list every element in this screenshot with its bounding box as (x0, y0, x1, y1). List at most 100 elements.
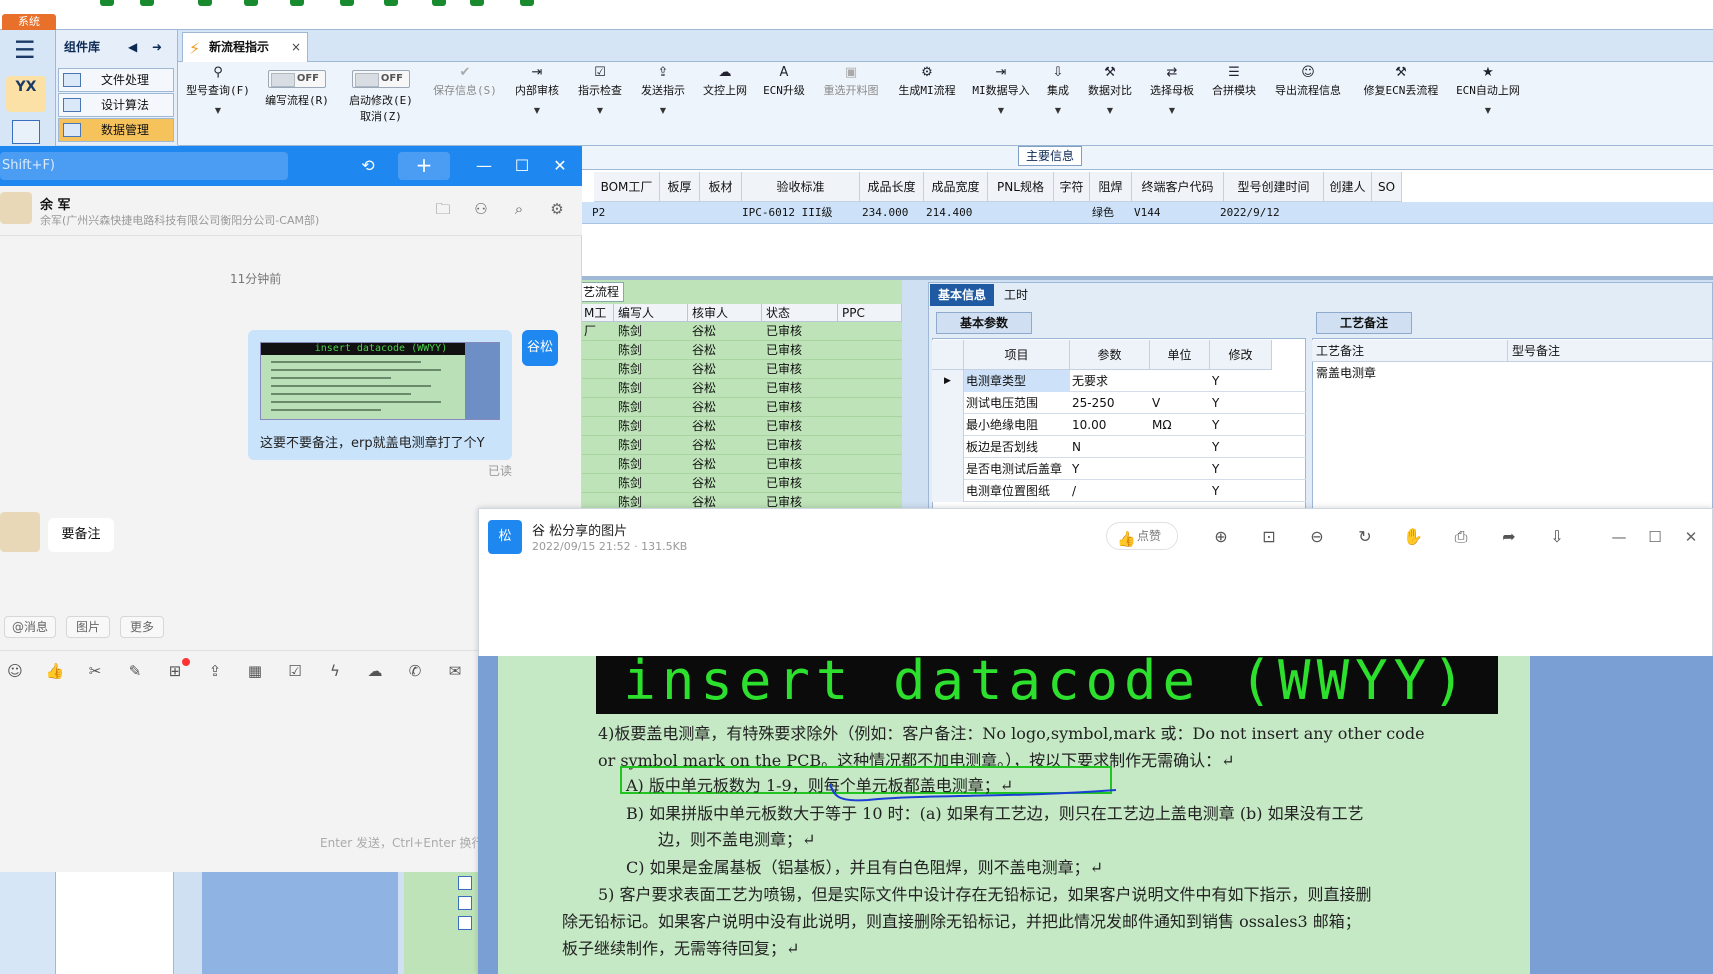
avatar[interactable] (0, 192, 32, 224)
menu-icon[interactable]: ☰ (14, 38, 36, 62)
tab-hours[interactable]: 工时 (1004, 284, 1038, 306)
col-standard[interactable]: 验收标准 (742, 172, 860, 202)
col-modify[interactable]: 修改 (1210, 340, 1272, 370)
col-reviewer[interactable]: 核审人 (688, 304, 762, 322)
search-icon[interactable] (100, 0, 114, 6)
doc-upload-button[interactable]: ☁ 文控上网 (698, 64, 752, 134)
save-icon[interactable] (198, 0, 212, 6)
table-row[interactable]: 陈剑 谷松 已审核 (580, 360, 902, 379)
save-info-button[interactable]: ✔ 保存信息(S) (430, 64, 500, 134)
table-row[interactable]: 陈剑 谷松 已审核 (580, 455, 902, 474)
cloud-icon[interactable]: ☁ (364, 660, 386, 682)
module-data-management[interactable]: 数据管理 (58, 118, 174, 142)
list-icon[interactable] (520, 0, 534, 6)
col-thickness[interactable]: 板厚 (660, 172, 700, 202)
table-row[interactable]: 陈剑 谷松 已审核 (580, 398, 902, 417)
module-file-processing[interactable]: 文件处理 (58, 68, 174, 92)
tool-icon[interactable] (244, 0, 258, 6)
pin-icon[interactable]: ➜ (152, 34, 162, 60)
info-icon[interactable] (140, 0, 154, 6)
table-row[interactable]: 板边是否划线 N Y (932, 436, 1306, 458)
add-user-icon[interactable]: ⚇ (470, 198, 492, 220)
more-tab[interactable]: 更多 (120, 616, 164, 638)
col-model-note[interactable]: 型号备注 (1508, 340, 1713, 362)
calendar-icon[interactable] (12, 120, 40, 144)
download-icon[interactable]: ⇩ (1544, 524, 1570, 550)
actual-size-icon[interactable]: ⊡ (1256, 524, 1282, 550)
gen-mi-flow-button[interactable]: ⚙ 生成MI流程 (892, 64, 962, 134)
col-bom-factory[interactable]: BOM工厂 (594, 172, 660, 202)
table-row[interactable]: 是否电测试后盖章 Y Y (932, 458, 1306, 480)
col-writer[interactable]: 编写人 (614, 304, 688, 322)
col-char[interactable]: 字符 (1054, 172, 1090, 202)
col-status[interactable]: 状态 (762, 304, 838, 322)
minimize-icon[interactable]: — (468, 150, 500, 182)
system-tab[interactable]: 系统 (2, 14, 56, 30)
col-value[interactable]: 参数 (1070, 340, 1150, 370)
phone-icon[interactable]: ✆ (404, 660, 426, 682)
data-compare-button[interactable]: ⚒ 数据对比 ▼ (1084, 64, 1136, 134)
add-button[interactable]: + (398, 152, 450, 180)
col-so[interactable]: SO (1372, 172, 1402, 202)
mail-icon[interactable]: ✉ (444, 660, 466, 682)
start-modify-toggle[interactable]: OFF 启动修改(E) 取消(Z) (344, 64, 418, 134)
print-icon[interactable] (340, 0, 354, 6)
basic-param-title[interactable]: 基本参数 (936, 312, 1032, 334)
zoom-in-icon[interactable]: ⊕ (1208, 524, 1234, 550)
col-ppc[interactable]: PPC (838, 304, 902, 322)
write-flow-toggle[interactable]: OFF 编写流程(R) (262, 64, 332, 134)
col-factory[interactable]: M工厂 (580, 304, 614, 338)
col-unit[interactable]: 单位 (1150, 340, 1210, 370)
flash-icon[interactable]: ϟ (324, 660, 346, 682)
instruction-check-button[interactable]: ☑ 指示检查 ▼ (572, 64, 628, 134)
col-creator[interactable]: 创建人 (1324, 172, 1372, 202)
chevron-left-icon[interactable]: ◀ (128, 34, 137, 60)
table-row[interactable]: 最小绝缘电阻 10.00 MΩ Y (932, 414, 1306, 436)
col-customer[interactable]: 终端客户代码 (1132, 172, 1224, 202)
mention-tab[interactable]: @消息 (4, 616, 56, 638)
module-design-algorithm[interactable]: 设计算法 (58, 93, 174, 117)
file-icon[interactable] (458, 876, 472, 890)
query-button[interactable]: ⚲ 型号查询(F) ▼ (182, 64, 254, 134)
ecn-auto-upload-button[interactable]: ★ ECN自动上网 ▼ (1452, 64, 1524, 134)
thumbs-up-icon[interactable]: 👍 (44, 660, 66, 682)
send-instruction-button[interactable]: ⇪ 发送指示 ▼ (636, 64, 690, 134)
upload-icon[interactable]: ⇪ (204, 660, 226, 682)
table-row[interactable]: 陈剑 谷松 已审核 (580, 341, 902, 360)
task-icon[interactable]: ☑ (284, 660, 306, 682)
merge-module-button[interactable]: ☰ 合拼模块 (1208, 64, 1260, 134)
maximize-icon[interactable]: ☐ (506, 150, 538, 182)
table-row[interactable]: 电测章位置图纸 / Y (932, 480, 1306, 502)
disk-icon[interactable] (290, 0, 304, 6)
tab-flow[interactable]: 艺流程 (580, 282, 624, 302)
col-created[interactable]: 型号创建时间 (1224, 172, 1324, 202)
select-mother-button[interactable]: ⇄ 选择母板 ▼ (1146, 64, 1198, 134)
internal-review-button[interactable]: ⇥ 内部审核 ▼ (510, 64, 564, 134)
close-icon[interactable]: ✕ (544, 150, 576, 182)
table-row[interactable]: 陈剑 谷松 已审核 (580, 322, 902, 341)
search-input[interactable]: Shift+F) (0, 152, 288, 180)
edit-icon[interactable]: ✎ (124, 660, 146, 682)
tab-new-flow[interactable]: ⚡ 新流程指示 × (182, 32, 308, 62)
table-row[interactable]: 陈剑 谷松 已审核 (580, 417, 902, 436)
rotate-icon[interactable]: ↻ (1352, 524, 1378, 550)
col-material[interactable]: 板材 (700, 172, 742, 202)
minimize-icon[interactable]: — (1606, 524, 1632, 550)
col-item[interactable]: 项目 (964, 340, 1070, 370)
avatar[interactable] (0, 512, 40, 552)
emoji-icon[interactable]: ☺ (4, 660, 26, 682)
avatar[interactable]: 松 (488, 520, 522, 554)
image-thumbnail[interactable]: insert datacode (WWYY) (260, 342, 500, 420)
col-length[interactable]: 成品长度 (860, 172, 924, 202)
history-icon[interactable]: ⟲ (352, 150, 384, 182)
search-history-icon[interactable]: ⌕ (508, 198, 530, 220)
calendar-icon[interactable]: ▦ (244, 660, 266, 682)
table-row[interactable]: 陈剑 谷松 已审核 (580, 436, 902, 455)
table-row[interactable]: 陈剑 谷松 已审核 (580, 474, 902, 493)
mi-import-button[interactable]: ⇥ MI数据导入 ▼ (970, 64, 1032, 134)
col-width[interactable]: 成品宽度 (924, 172, 988, 202)
export-flow-button[interactable]: ☺ 导出流程信息 (1270, 64, 1346, 134)
avatar[interactable]: 谷松 (522, 330, 558, 366)
integrate-button[interactable]: ⇩ 集成 ▼ (1040, 64, 1076, 134)
settings-icon[interactable]: ⚙ (546, 198, 568, 220)
